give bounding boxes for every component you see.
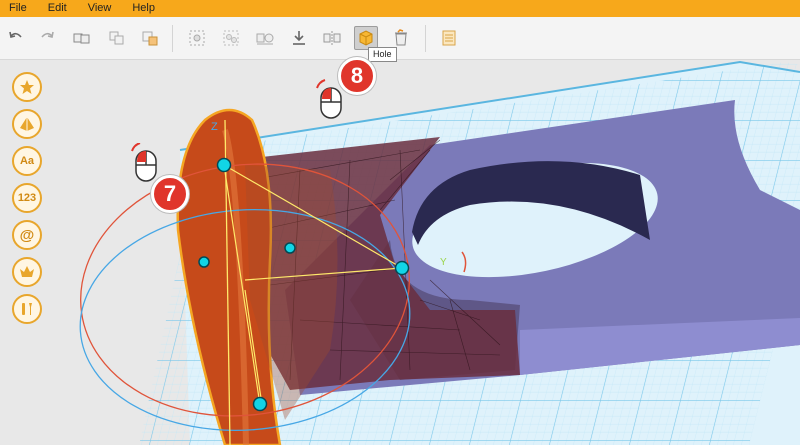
y-axis-label: Y (440, 257, 447, 268)
menu-bar: File Edit View Help (0, 0, 800, 17)
menu-help[interactable]: Help (132, 0, 155, 17)
text-button[interactable]: Aa (12, 146, 42, 176)
ungroup-button[interactable] (219, 26, 243, 50)
rotate-handle-bottom[interactable] (252, 396, 268, 412)
combine-button[interactable] (70, 26, 94, 50)
undo-icon (9, 31, 22, 38)
redo-button[interactable] (35, 26, 59, 50)
intersect-button[interactable] (105, 26, 129, 50)
notes-button[interactable] (437, 26, 461, 50)
hole-tooltip: Hole (368, 47, 397, 62)
subtract-button[interactable] (138, 26, 162, 50)
toolbar (0, 17, 800, 60)
rotate-handle-center[interactable] (284, 242, 296, 254)
tools-button[interactable] (12, 294, 42, 324)
ungroup-icon (223, 30, 239, 46)
mirror-icon (323, 31, 341, 45)
tools-icon (22, 303, 32, 315)
favorites-button[interactable] (12, 72, 42, 102)
pyramid-icon (20, 117, 34, 131)
menu-view[interactable]: View (88, 0, 112, 17)
3d-viewport[interactable]: Z Y (0, 61, 800, 445)
combine-icon (73, 33, 90, 44)
drop-button[interactable] (287, 26, 311, 50)
numbers-button[interactable]: 123 (12, 183, 42, 213)
crown-icon (20, 266, 34, 277)
group-icon (189, 30, 205, 46)
menu-file[interactable]: File (9, 0, 27, 17)
redo-icon (41, 31, 54, 38)
rotate-handle-left[interactable] (198, 256, 210, 268)
delete-icon (395, 29, 407, 46)
step-8-callout: 8 (338, 57, 376, 95)
z-axis-label: Z (211, 121, 218, 133)
intersect-icon (109, 31, 124, 45)
align-icon (256, 33, 274, 45)
step-7-callout: 7 (151, 175, 189, 213)
rotate-handle-top[interactable] (216, 157, 232, 173)
subtract-icon (142, 31, 158, 46)
shape-library-sidebar: Aa 123 @ (12, 72, 44, 331)
group-button[interactable] (185, 26, 209, 50)
star-icon (20, 80, 34, 94)
drop-icon (293, 31, 305, 45)
primitives-button[interactable] (12, 109, 42, 139)
hole-icon (359, 30, 373, 46)
scene: Z Y (79, 61, 800, 445)
menu-edit[interactable]: Edit (48, 0, 67, 17)
mirror-button[interactable] (320, 26, 344, 50)
notes-icon (442, 30, 456, 46)
undo-button[interactable] (4, 26, 28, 50)
align-button[interactable] (253, 26, 277, 50)
symbols-button[interactable]: @ (12, 220, 42, 250)
premium-button[interactable] (12, 257, 42, 287)
rotate-handle-right[interactable] (394, 260, 410, 276)
